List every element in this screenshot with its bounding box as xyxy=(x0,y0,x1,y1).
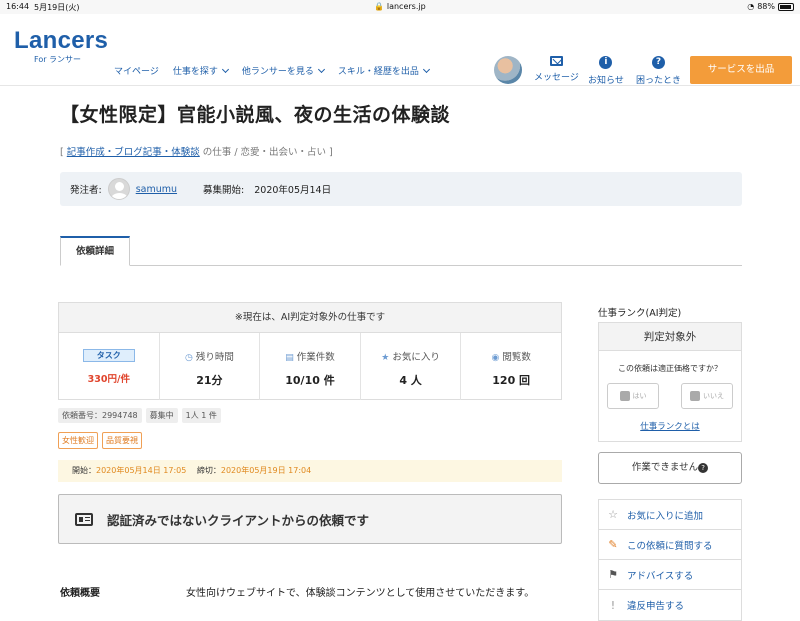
help-link[interactable]: ? 困ったとき xyxy=(636,56,681,86)
price-value: 330円/件 xyxy=(87,374,130,385)
job-stats: ※現在は、AI判定対象外の仕事です タスク 330円/件 ◷ 残り時間 21分 ▤… xyxy=(58,302,562,400)
breadcrumb: [ 記事作成・ブログ記事・体験談 の仕事 / 恋愛・出会い・占い ] xyxy=(60,147,333,158)
lancers-logo[interactable]: Lancers For ランサー xyxy=(14,28,108,65)
wifi-icon: ◔ xyxy=(747,2,755,11)
task-badge: タスク xyxy=(82,349,135,362)
sidebar-actions: ☆ お気に入りに追加 ✎ この依頼に質問する ⚑ アドバイスする ! 違反申告する xyxy=(598,499,742,621)
start-date: 2020年05月14日 xyxy=(254,185,332,196)
rank-heading: 仕事ランク(AI判定) xyxy=(598,308,682,319)
chevron-down-icon xyxy=(221,65,229,73)
category-link[interactable]: 記事作成・ブログ記事・体験談 xyxy=(67,147,200,158)
warning-icon: ! xyxy=(610,598,616,612)
clock-icon: ◷ xyxy=(184,353,193,363)
tab-bar: 依頼詳細 xyxy=(60,236,742,266)
question-icon: ? xyxy=(698,462,709,473)
messages-link[interactable]: メッセージ xyxy=(534,56,579,83)
page-title: 【女性限定】官能小説風、夜の生活の体験談 xyxy=(60,104,451,126)
url-text: lancers.jp xyxy=(386,2,426,11)
logo-name: Lancers xyxy=(14,27,109,54)
chevron-down-icon xyxy=(422,65,430,73)
chevron-down-icon xyxy=(317,65,325,73)
rank-info-link[interactable]: 仕事ランクとは xyxy=(599,420,741,432)
period-bar: 開始：2020年05月14日 17:05 締切：2020年05月19日 17:0… xyxy=(58,460,562,482)
info-icon: i xyxy=(599,56,613,69)
job-meta: 依頼番号：2994748 募集中 1人 1 件 xyxy=(58,408,221,423)
tag-women-welcome[interactable]: 女性歓迎 xyxy=(58,432,98,449)
stat-remaining: ◷ 残り時間 21分 xyxy=(160,333,261,400)
ai-notice: ※現在は、AI判定対象外の仕事です xyxy=(59,303,561,333)
flag-icon: ⚑ xyxy=(608,568,618,581)
eye-icon: ◉ xyxy=(491,353,500,363)
document-icon: ▤ xyxy=(285,353,294,363)
advise-button[interactable]: ⚑ アドバイスする xyxy=(599,560,741,590)
vote-yes-button[interactable]: はい xyxy=(607,383,659,409)
nav-skills[interactable]: スキル・経歴を出品 xyxy=(338,64,430,77)
rank-box: 判定対象外 この依頼は適正価格ですか？ はい いいえ 仕事ランクとは xyxy=(598,322,742,442)
speech-bubble-icon: ✎ xyxy=(608,538,618,551)
poster-avatar[interactable] xyxy=(107,178,130,200)
nav-find-work[interactable]: 仕事を探す xyxy=(173,64,229,77)
sell-service-button[interactable]: サービスを出品 xyxy=(690,56,792,84)
cannot-work-button[interactable]: 作業できません? xyxy=(598,452,742,484)
poster-info: 発注者: samumu 募集開始: 2020年05月14日 xyxy=(60,172,742,206)
price-question: この依頼は適正価格ですか？ xyxy=(618,364,722,373)
star-icon: ☆ xyxy=(608,508,618,521)
battery-percent: 88% xyxy=(757,2,775,11)
end-datetime: 2020年05月19日 17:04 xyxy=(220,466,312,475)
unverified-client-notice: 認証済みではないクライアントからの依頼です xyxy=(58,494,562,544)
request-number: 依頼番号：2994748 xyxy=(58,408,142,423)
tag-list: 女性歓迎 品質要視 xyxy=(58,432,142,449)
main-nav: マイページ 仕事を探す 他ランサーを見る スキル・経歴を出品 xyxy=(114,64,430,77)
status-badge: 募集中 xyxy=(145,408,178,423)
nav-mypage[interactable]: マイページ xyxy=(114,64,159,77)
poster-name-link[interactable]: samumu xyxy=(136,184,177,195)
stat-price: タスク 330円/件 xyxy=(59,333,160,400)
stat-works: ▤ 作業件数 10/10 件 xyxy=(260,333,361,400)
battery-area: ◔ 88% xyxy=(747,2,794,11)
nav-lancers[interactable]: 他ランサーを見る xyxy=(242,64,325,77)
vote-no-button[interactable]: いいえ xyxy=(681,383,733,409)
tag-quality[interactable]: 品質要視 xyxy=(102,432,142,449)
status-bar: 16:44 5月19日(火) 🔒 lancers.jp ◔ 88% xyxy=(0,0,800,14)
id-card-icon xyxy=(75,512,93,526)
overview-label: 依頼概要 xyxy=(60,588,100,599)
thumbs-up-icon xyxy=(619,391,630,401)
add-favorite-button[interactable]: ☆ お気に入りに追加 xyxy=(599,500,741,530)
address-bar[interactable]: 🔒 lancers.jp xyxy=(0,2,800,11)
battery-icon xyxy=(778,2,794,11)
mail-icon xyxy=(549,56,563,66)
overview-text: 女性向けウェブサイトで、体験談コンテンツとして使用させていただきます。 xyxy=(186,588,535,599)
report-button[interactable]: ! 違反申告する xyxy=(599,590,741,620)
start-datetime: 2020年05月14日 17:05 xyxy=(96,466,187,475)
notices-link[interactable]: i お知らせ xyxy=(588,56,624,86)
stat-views: ◉ 閲覧数 120 回 xyxy=(491,352,531,387)
user-avatar[interactable] xyxy=(494,56,522,84)
logo-sub: For ランサー xyxy=(34,55,82,64)
ask-question-button[interactable]: ✎ この依頼に質問する xyxy=(599,530,741,560)
rank-value: 判定対象外 xyxy=(599,323,741,351)
job-heading: 【女性限定】官能小説風、夜の生活の体験談 [ 記事作成・ブログ記事・体験談 の仕… xyxy=(60,100,742,206)
per-person-badge: 1人 1 件 xyxy=(181,408,221,423)
question-icon: ? xyxy=(652,56,665,69)
stat-favorites: ★ お気に入り 4 人 xyxy=(361,333,462,400)
tab-details[interactable]: 依頼詳細 xyxy=(60,236,130,266)
thumbs-down-icon xyxy=(690,391,700,401)
site-header: Lancers For ランサー マイページ 仕事を探す 他ランサーを見る スキ… xyxy=(0,14,800,86)
star-icon: ★ xyxy=(381,353,390,363)
